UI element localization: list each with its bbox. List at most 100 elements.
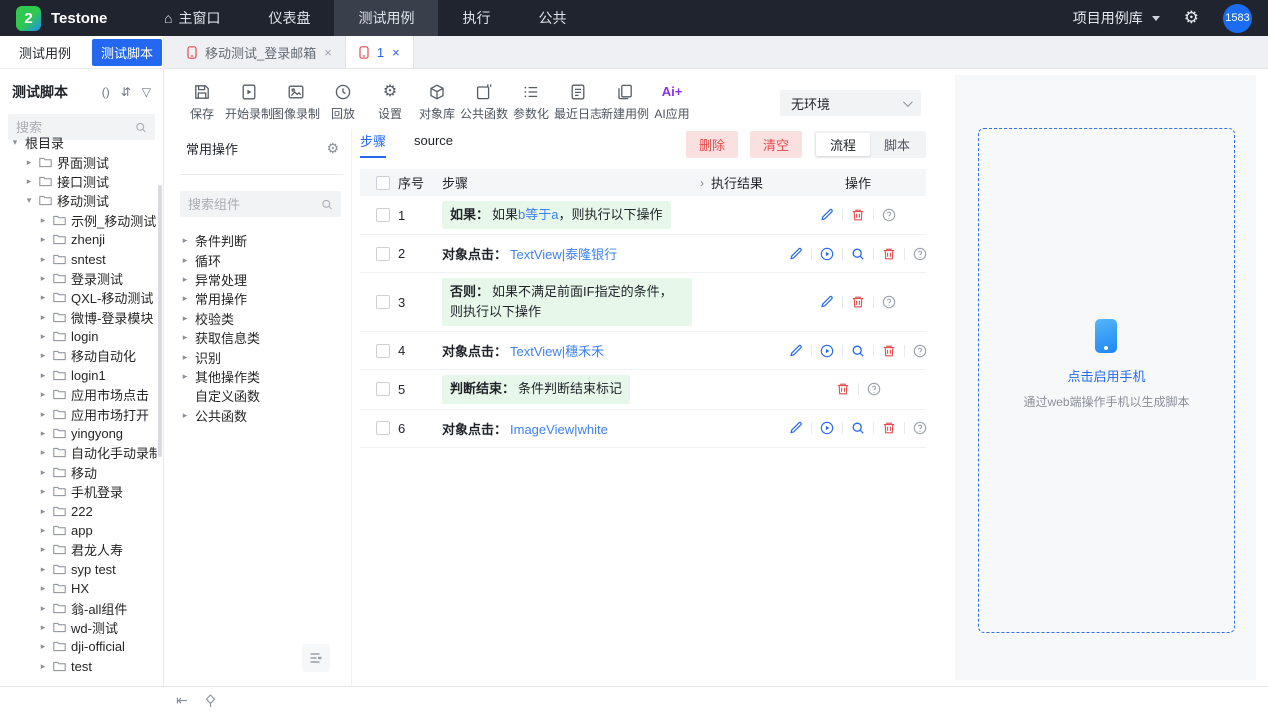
mode-script[interactable]: 脚本 xyxy=(870,133,924,156)
caret-icon[interactable]: ▸ xyxy=(38,583,48,594)
row-checkbox[interactable] xyxy=(376,382,390,396)
tree-item[interactable]: ▸登录测试 xyxy=(0,269,157,288)
row-checkbox[interactable] xyxy=(376,344,390,358)
tree-item[interactable]: ▸自动化手动录制 xyxy=(0,443,157,462)
tree-item[interactable]: ▸移动 xyxy=(0,463,157,482)
caret-icon[interactable]: ▸ xyxy=(38,525,48,536)
tree-item[interactable]: ▸test xyxy=(0,657,157,676)
toolbar-recent-logs-button[interactable]: 最近日志 xyxy=(556,83,600,122)
toolbar-new-case-button[interactable]: 新建用例 xyxy=(603,83,647,122)
tree-item[interactable]: ▸yingyong xyxy=(0,424,157,443)
help-icon[interactable] xyxy=(913,421,927,435)
caret-icon[interactable]: ▸ xyxy=(38,370,48,381)
tree-item[interactable]: ▸接口测试 xyxy=(0,172,157,191)
caret-icon[interactable]: ▸ xyxy=(180,332,190,343)
tree-item[interactable]: ▸君龙人寿 xyxy=(0,540,157,559)
caret-icon[interactable]: ▸ xyxy=(180,313,190,324)
toolbar-settings-button[interactable]: ⚙设置 xyxy=(368,83,412,122)
help-icon[interactable] xyxy=(882,295,896,309)
object-link[interactable]: TextView|泰隆银行 xyxy=(510,247,617,262)
tree-item[interactable]: ▸HX xyxy=(0,579,157,598)
caret-icon[interactable]: ▸ xyxy=(38,661,48,672)
tree-item[interactable]: ▸翁-all组件 xyxy=(0,598,157,617)
tree-item[interactable]: ▸界面测试 xyxy=(0,152,157,171)
sort-icon[interactable]: ⇵ xyxy=(121,85,131,99)
tab-steps[interactable]: 步骤 xyxy=(360,131,386,158)
mode-flow[interactable]: 流程 xyxy=(816,133,870,156)
help-icon[interactable] xyxy=(867,382,881,396)
collapse-results-icon[interactable]: › xyxy=(700,176,704,190)
clear-button[interactable]: 清空 xyxy=(750,131,802,158)
delete-icon[interactable] xyxy=(882,344,896,358)
help-icon[interactable] xyxy=(882,208,896,222)
caret-icon[interactable]: ▸ xyxy=(38,603,48,614)
gear-icon[interactable]: ⚙ xyxy=(326,140,339,157)
collapse-panel-button[interactable] xyxy=(302,644,330,672)
component-group[interactable]: ▸校验类 xyxy=(180,309,351,328)
close-icon[interactable]: × xyxy=(392,45,400,60)
component-group[interactable]: ▸获取信息类 xyxy=(180,328,351,347)
object-link[interactable]: TextView|穗禾禾 xyxy=(510,344,604,359)
object-link[interactable]: ImageView|white xyxy=(510,422,608,437)
select-all-checkbox[interactable] xyxy=(376,176,390,190)
tree-item[interactable]: ▸syp test xyxy=(0,560,157,579)
component-group[interactable]: ▸条件判断 xyxy=(180,231,351,250)
tree-item[interactable]: ▸应用市场打开 xyxy=(0,404,157,423)
component-group[interactable]: ▸公共函数 xyxy=(180,406,351,425)
anchor-point-icon[interactable] xyxy=(205,694,216,708)
caret-icon[interactable]: ▸ xyxy=(180,235,190,246)
toolbar-parameterize-button[interactable]: 参数化 xyxy=(509,83,553,122)
caret-icon[interactable]: ▸ xyxy=(180,410,190,421)
object-link[interactable]: b等于a xyxy=(518,207,558,222)
nav-item-test-case[interactable]: 测试用例 xyxy=(334,0,438,36)
caret-icon[interactable]: ▸ xyxy=(38,350,48,361)
tree-item[interactable]: ▸QXL-移动测试 xyxy=(0,288,157,307)
caret-icon[interactable]: ▸ xyxy=(180,255,190,266)
caret-icon[interactable]: ▸ xyxy=(38,428,48,439)
caret-icon[interactable]: ▸ xyxy=(38,215,48,226)
caret-icon[interactable]: ▸ xyxy=(38,254,48,265)
filter-icon[interactable]: ▽ xyxy=(142,85,151,99)
nav-item-dashboard[interactable]: 仪表盘 xyxy=(244,0,334,36)
caret-icon[interactable]: ▸ xyxy=(38,234,48,245)
toolbar-image-record-button[interactable]: 图像录制 xyxy=(274,83,318,122)
caret-icon[interactable]: ▸ xyxy=(38,389,48,400)
tree-item[interactable]: ▸应用市场点击 xyxy=(0,385,157,404)
file-tab-mobile-test[interactable]: 移动测试_登录邮箱 × xyxy=(174,36,346,68)
caret-icon[interactable]: ▸ xyxy=(38,292,48,303)
play-icon[interactable] xyxy=(820,421,834,435)
delete-icon[interactable] xyxy=(851,295,865,309)
component-group[interactable]: ▸常用操作 xyxy=(180,289,351,308)
tree-item[interactable]: ▸移动自动化 xyxy=(0,346,157,365)
play-icon[interactable] xyxy=(820,247,834,261)
caret-icon[interactable]: ▸ xyxy=(38,312,48,323)
file-tab-1[interactable]: 1 × xyxy=(346,36,414,68)
caret-icon[interactable]: ▸ xyxy=(38,506,48,517)
help-icon[interactable] xyxy=(913,247,927,261)
caret-icon[interactable]: ▸ xyxy=(24,157,34,168)
row-checkbox[interactable] xyxy=(376,295,390,309)
caret-icon[interactable]: ▸ xyxy=(180,352,190,363)
caret-icon[interactable]: ▸ xyxy=(38,641,48,652)
caret-icon[interactable]: ▾ xyxy=(24,195,34,206)
caret-icon[interactable]: ▸ xyxy=(38,486,48,497)
toolbar-replay-button[interactable]: 回放 xyxy=(321,83,365,122)
caret-icon[interactable]: ▸ xyxy=(38,409,48,420)
tree-item[interactable]: ▸微博-登录模块 xyxy=(0,308,157,327)
tree-item[interactable]: ▸zhenji xyxy=(0,230,157,249)
tree-item[interactable]: ▸手机登录 xyxy=(0,482,157,501)
caret-icon[interactable]: ▸ xyxy=(38,544,48,555)
tree-item[interactable]: ▸wd-测试 xyxy=(0,618,157,637)
play-icon[interactable] xyxy=(820,344,834,358)
refresh-icon[interactable]: () xyxy=(102,85,110,99)
tree-item[interactable]: ▸login1 xyxy=(0,366,157,385)
tree-item[interactable]: ▾移动测试 xyxy=(0,191,157,210)
tree-item[interactable]: ▸dji-official xyxy=(0,637,157,656)
edit-icon[interactable] xyxy=(789,247,803,261)
nav-item-execute[interactable]: 执行 xyxy=(438,0,514,36)
caret-icon[interactable]: ▸ xyxy=(180,371,190,382)
caret-icon[interactable]: ▸ xyxy=(180,274,190,285)
caret-icon[interactable]: ▸ xyxy=(38,331,48,342)
search-icon[interactable] xyxy=(851,421,865,435)
close-icon[interactable]: × xyxy=(324,45,332,60)
